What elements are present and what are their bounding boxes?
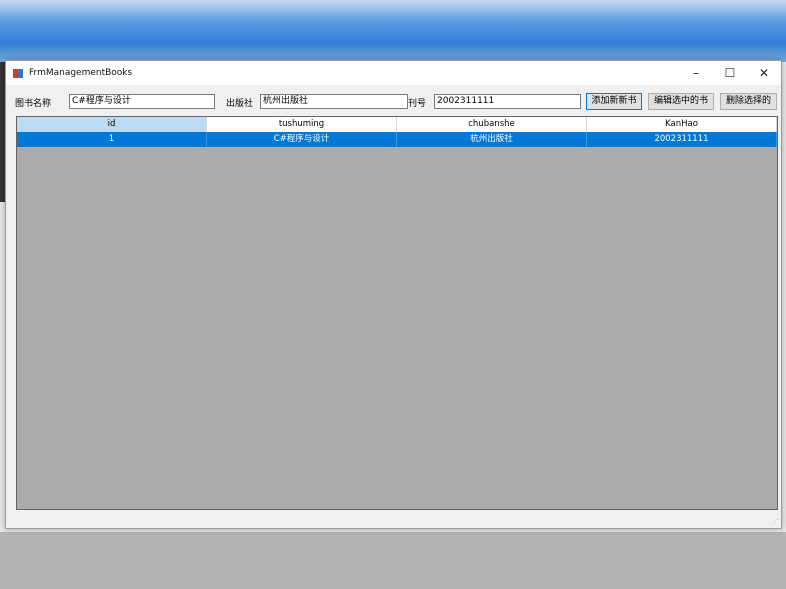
cell-kanhao[interactable]: 2002311111 [587,132,777,147]
books-data-grid[interactable]: id tushuming chubanshe KanHao 1 C#程序与设计 … [16,116,778,510]
column-header-tushuming[interactable]: tushuming [207,117,397,132]
delete-book-button[interactable]: 删除选择的 [720,93,777,110]
grid-header: id tushuming chubanshe KanHao [17,117,777,132]
publisher-input[interactable]: 杭州出版社 [260,94,408,109]
cell-tushuming[interactable]: C#程序与设计 [207,132,397,147]
window-title: FrmManagementBooks [29,68,133,78]
cell-chubanshe[interactable]: 杭州出版社 [397,132,587,147]
app-icon [13,68,23,78]
maximize-button[interactable]: ☐ [713,66,747,80]
publisher-label: 出版社 [226,99,254,109]
cell-id[interactable]: 1 [17,132,207,147]
desktop-background [0,0,786,62]
issue-label: 刊号 [408,99,427,109]
column-header-id[interactable]: id [17,117,207,132]
resize-grip-icon[interactable]: ⋰ [772,518,779,526]
book-name-input[interactable]: C#程序与设计 [69,94,215,109]
issue-input[interactable]: 2002311111 [434,94,581,109]
title-bar: FrmManagementBooks – ☐ ✕ [6,61,781,85]
edit-book-button[interactable]: 编辑选中的书 [648,93,714,110]
column-header-kanhao[interactable]: KanHao [587,117,777,132]
table-row[interactable]: 1 C#程序与设计 杭州出版社 2002311111 [17,132,777,147]
book-name-label: 图书名称 [15,99,52,109]
add-book-button[interactable]: 添加新新书 [586,93,642,110]
minimize-button[interactable]: – [679,66,713,80]
close-button[interactable]: ✕ [747,66,781,80]
column-header-chubanshe[interactable]: chubanshe [397,117,587,132]
main-window: FrmManagementBooks – ☐ ✕ 图书名称 C#程序与设计 出版… [5,60,782,529]
